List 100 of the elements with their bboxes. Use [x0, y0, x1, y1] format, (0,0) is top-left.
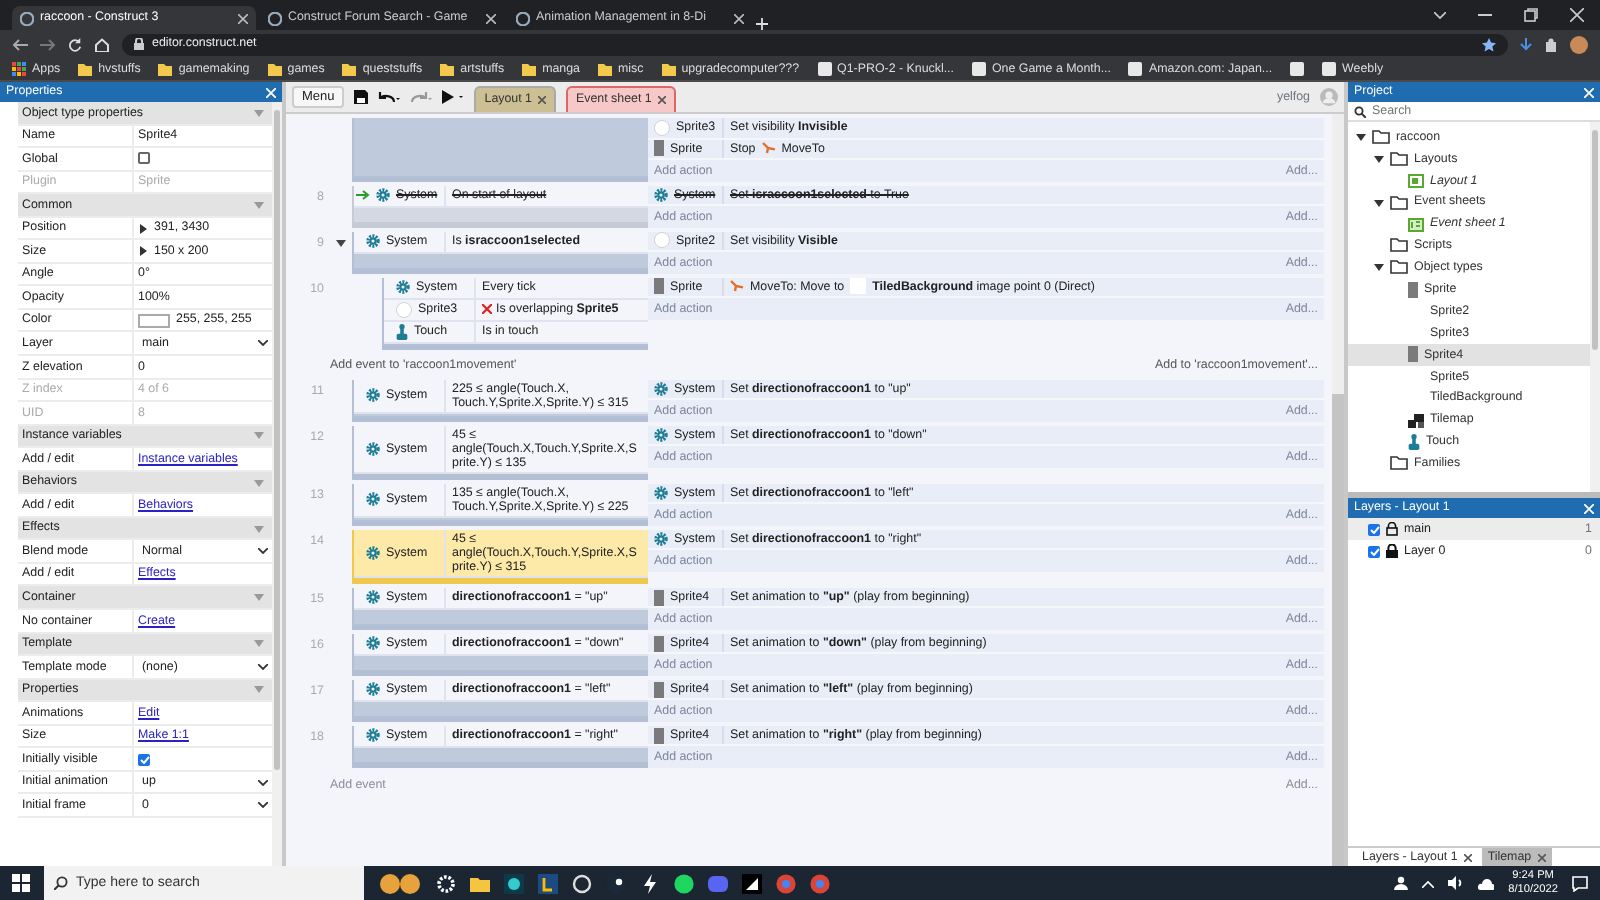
expand-icon — [138, 223, 148, 233]
checkbox[interactable] — [138, 753, 150, 766]
download-icon[interactable] — [1520, 37, 1532, 51]
caret-icon — [258, 340, 268, 347]
folder-icon — [78, 63, 93, 75]
scrollbar[interactable] — [1332, 114, 1344, 866]
folder-icon — [597, 63, 612, 75]
speaker-icon[interactable] — [1448, 876, 1465, 890]
circle-icon — [654, 119, 670, 136]
check-icon — [1369, 547, 1379, 555]
expand-icon — [138, 246, 148, 257]
block-icon — [1408, 346, 1418, 363]
star-icon[interactable] — [1482, 37, 1496, 51]
gear-icon — [654, 486, 668, 501]
block-icon — [654, 635, 664, 652]
hand-icon — [396, 323, 408, 339]
search-icon — [54, 876, 68, 890]
block-icon — [654, 140, 664, 157]
people-icon[interactable] — [1394, 876, 1409, 890]
collapse-icon — [254, 592, 264, 603]
app-icon[interactable] — [538, 873, 558, 893]
check-icon — [139, 755, 149, 764]
color-swatch[interactable] — [138, 313, 170, 328]
scrollbar[interactable] — [272, 102, 282, 866]
gear-icon — [654, 428, 668, 443]
arrow-icon — [730, 280, 744, 293]
puzzle-icon[interactable] — [1544, 37, 1558, 51]
save-icon[interactable] — [354, 90, 369, 104]
close-icon[interactable] — [486, 13, 496, 23]
lock-icon[interactable] — [1386, 544, 1398, 558]
gear-icon — [366, 545, 380, 560]
collapse-icon — [254, 107, 264, 118]
site-icon — [1290, 62, 1305, 76]
app-icon[interactable] — [742, 873, 762, 893]
folder-icon — [1390, 195, 1408, 210]
checkbox[interactable] — [138, 152, 150, 165]
caret-icon — [258, 663, 268, 670]
gear-icon — [396, 280, 410, 294]
gear-icon — [366, 388, 380, 403]
collapse-icon — [254, 199, 264, 210]
caret-icon — [258, 779, 268, 786]
gear-icon — [654, 532, 668, 547]
collapse-icon — [254, 477, 264, 488]
close-icon[interactable] — [657, 96, 666, 104]
chevron-icon[interactable] — [1434, 11, 1446, 19]
bookmark[interactable] — [1290, 62, 1305, 76]
notification-icon[interactable] — [1572, 875, 1588, 891]
new-tab-icon[interactable] — [756, 18, 768, 30]
collapse-icon — [254, 684, 264, 695]
search-icon — [1354, 105, 1366, 117]
gear-icon — [366, 590, 380, 605]
gear-icon — [654, 382, 668, 397]
scrollbar[interactable] — [1590, 122, 1600, 492]
folder-icon — [522, 63, 537, 75]
cloud-icon[interactable] — [1478, 877, 1495, 889]
undo-icon[interactable] — [378, 91, 401, 103]
site-icon — [20, 11, 34, 25]
gear-icon — [366, 682, 380, 697]
collapse-icon — [254, 430, 264, 441]
lock-icon[interactable] — [1386, 522, 1398, 536]
app-icon[interactable] — [504, 873, 524, 893]
block-icon — [1408, 281, 1418, 298]
forward-icon[interactable] — [40, 37, 56, 51]
circle-icon — [396, 301, 412, 317]
avatar-icon[interactable] — [1570, 35, 1588, 53]
grid-icon — [12, 62, 26, 76]
home-icon[interactable] — [94, 37, 110, 51]
close-icon[interactable] — [734, 13, 744, 23]
site-icon — [1128, 62, 1143, 76]
hand-icon — [1408, 433, 1420, 450]
close-icon[interactable] — [238, 13, 248, 23]
block-icon — [654, 278, 664, 295]
folder-icon — [1390, 456, 1408, 471]
site-icon — [268, 11, 282, 25]
check-icon — [1369, 525, 1379, 533]
gear-icon — [366, 234, 380, 248]
collapse-icon[interactable] — [336, 237, 346, 247]
site-icon — [817, 62, 832, 76]
lock-icon — [134, 38, 144, 50]
arrow-icon — [761, 142, 776, 155]
windows-icon[interactable] — [12, 874, 30, 892]
block-icon — [654, 589, 664, 606]
collapse-icon — [254, 523, 264, 534]
back-icon[interactable] — [12, 37, 28, 51]
folder-icon — [440, 63, 455, 75]
site-icon — [971, 62, 986, 76]
close-icon[interactable] — [1463, 853, 1472, 861]
checkbox[interactable] — [1368, 523, 1380, 535]
checkbox[interactable] — [1368, 545, 1380, 557]
tiles-icon — [1408, 413, 1424, 428]
caret-icon — [258, 548, 268, 555]
folder-icon — [158, 63, 173, 75]
block-icon — [654, 727, 664, 744]
folder-icon — [267, 63, 282, 75]
gear-icon — [366, 441, 380, 456]
block-icon — [654, 681, 664, 698]
reload-icon[interactable] — [68, 37, 82, 51]
restore-icon[interactable] — [1524, 8, 1538, 22]
folder-icon — [661, 63, 676, 75]
circle-icon — [654, 232, 670, 249]
